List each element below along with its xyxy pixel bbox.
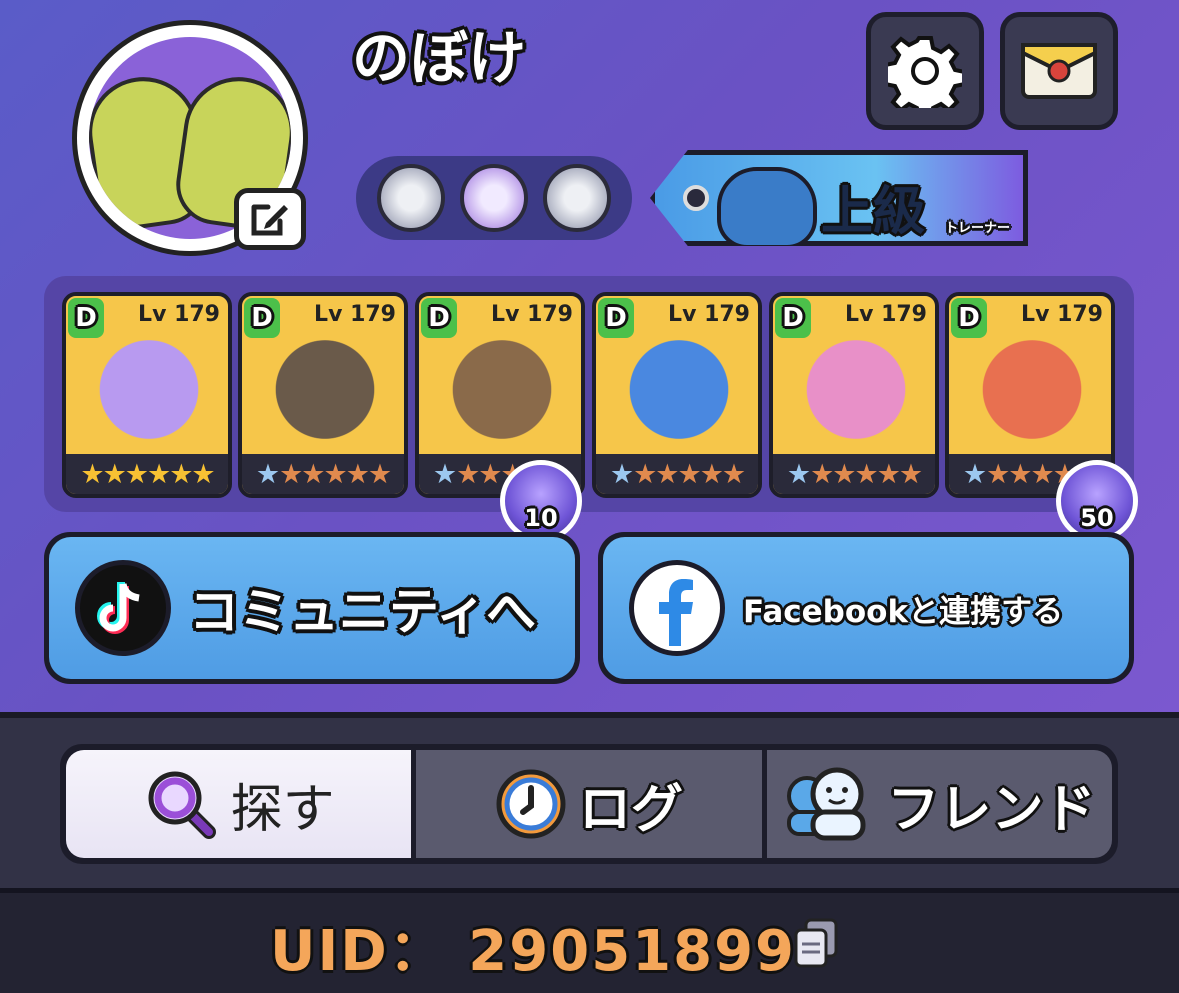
grade-badge: D	[598, 298, 634, 338]
tab-search[interactable]: 探す	[66, 750, 417, 858]
gear-icon	[888, 36, 962, 108]
rank-title: 上級	[821, 182, 926, 242]
edit-avatar-button[interactable]	[234, 188, 306, 250]
rank-plate[interactable]: 上級 トレーナー	[632, 146, 1032, 250]
clock-icon	[496, 769, 566, 839]
card-level: Lv 179	[845, 302, 927, 327]
team-card-5[interactable]: D Lv 179 ★ ★★★★★	[769, 292, 939, 498]
monster-art	[437, 340, 567, 450]
monster-art	[84, 340, 214, 450]
orb-count: 50	[1080, 504, 1114, 532]
card-level: Lv 179	[138, 302, 220, 327]
card-level: Lv 179	[314, 302, 396, 327]
tab-friends[interactable]: フレンド	[766, 750, 1112, 858]
star-rating: ★★★★★★	[596, 454, 758, 494]
facebook-icon	[629, 560, 725, 656]
uid-label: UID：	[270, 919, 447, 984]
team-card-4[interactable]: D Lv 179 ★ ★★★★★	[592, 292, 762, 498]
uid-value: 29051899	[468, 919, 797, 984]
username: のぼけ	[352, 24, 527, 92]
card-level: Lv 179	[668, 302, 750, 327]
monster-art	[791, 340, 921, 450]
settings-button[interactable]	[866, 12, 984, 130]
star-rating: ★★★★★★	[773, 454, 935, 494]
team-card-2[interactable]: D Lv 179 ★ ★★★★★	[238, 292, 408, 498]
rank-subtitle: トレーナー	[945, 221, 1011, 236]
copy-uid-button[interactable]	[790, 916, 842, 972]
community-button[interactable]: コミュニティへ	[44, 532, 580, 684]
tab-label-friends: フレンド	[887, 779, 1096, 840]
badge-mushroom-icon[interactable]	[542, 164, 611, 232]
monster-art	[260, 340, 390, 450]
star-rating: ★★★★★★	[242, 454, 404, 494]
rank-mascot-icon	[717, 167, 817, 246]
card-level: Lv 179	[1021, 302, 1103, 327]
monster-art	[967, 340, 1097, 450]
mail-button[interactable]	[1000, 12, 1118, 130]
monster-art	[614, 340, 744, 450]
orb-count: 10	[524, 504, 558, 532]
team-card-1[interactable]: D Lv 179 ★★★★★★	[62, 292, 232, 498]
grade-badge: D	[775, 298, 811, 338]
tiktok-icon	[75, 560, 171, 656]
friends-icon	[787, 767, 866, 841]
search-icon	[148, 771, 216, 839]
uid-display: UID： 29051899	[270, 906, 796, 987]
grade-badge: D	[421, 298, 457, 338]
badge-bar	[356, 156, 632, 240]
facebook-label: Facebookと連携する	[743, 593, 1064, 630]
tab-bar: 探す ログ フレンド	[60, 744, 1118, 864]
tab-label-search: 探す	[230, 779, 335, 840]
community-label: コミュニティへ	[189, 583, 536, 641]
facebook-link-button[interactable]: Facebookと連携する	[598, 532, 1134, 684]
copy-icon	[794, 918, 838, 968]
tab-log[interactable]: ログ	[416, 750, 767, 858]
mail-icon	[1021, 43, 1097, 99]
grade-badge: D	[68, 298, 104, 338]
badge-swirl-icon[interactable]	[377, 164, 446, 232]
star-rating: ★★★★★★	[66, 454, 228, 494]
card-level: Lv 179	[491, 302, 573, 327]
grade-badge: D	[951, 298, 987, 338]
grade-badge: D	[244, 298, 280, 338]
badge-fish-icon[interactable]	[459, 164, 528, 232]
tab-label-log: ログ	[578, 779, 683, 840]
profile-panel: のぼけ 上級 トレーナー D Lv 179 ★★★★★★ D Lv 179 ★ …	[0, 0, 1179, 712]
edit-icon	[251, 204, 288, 236]
